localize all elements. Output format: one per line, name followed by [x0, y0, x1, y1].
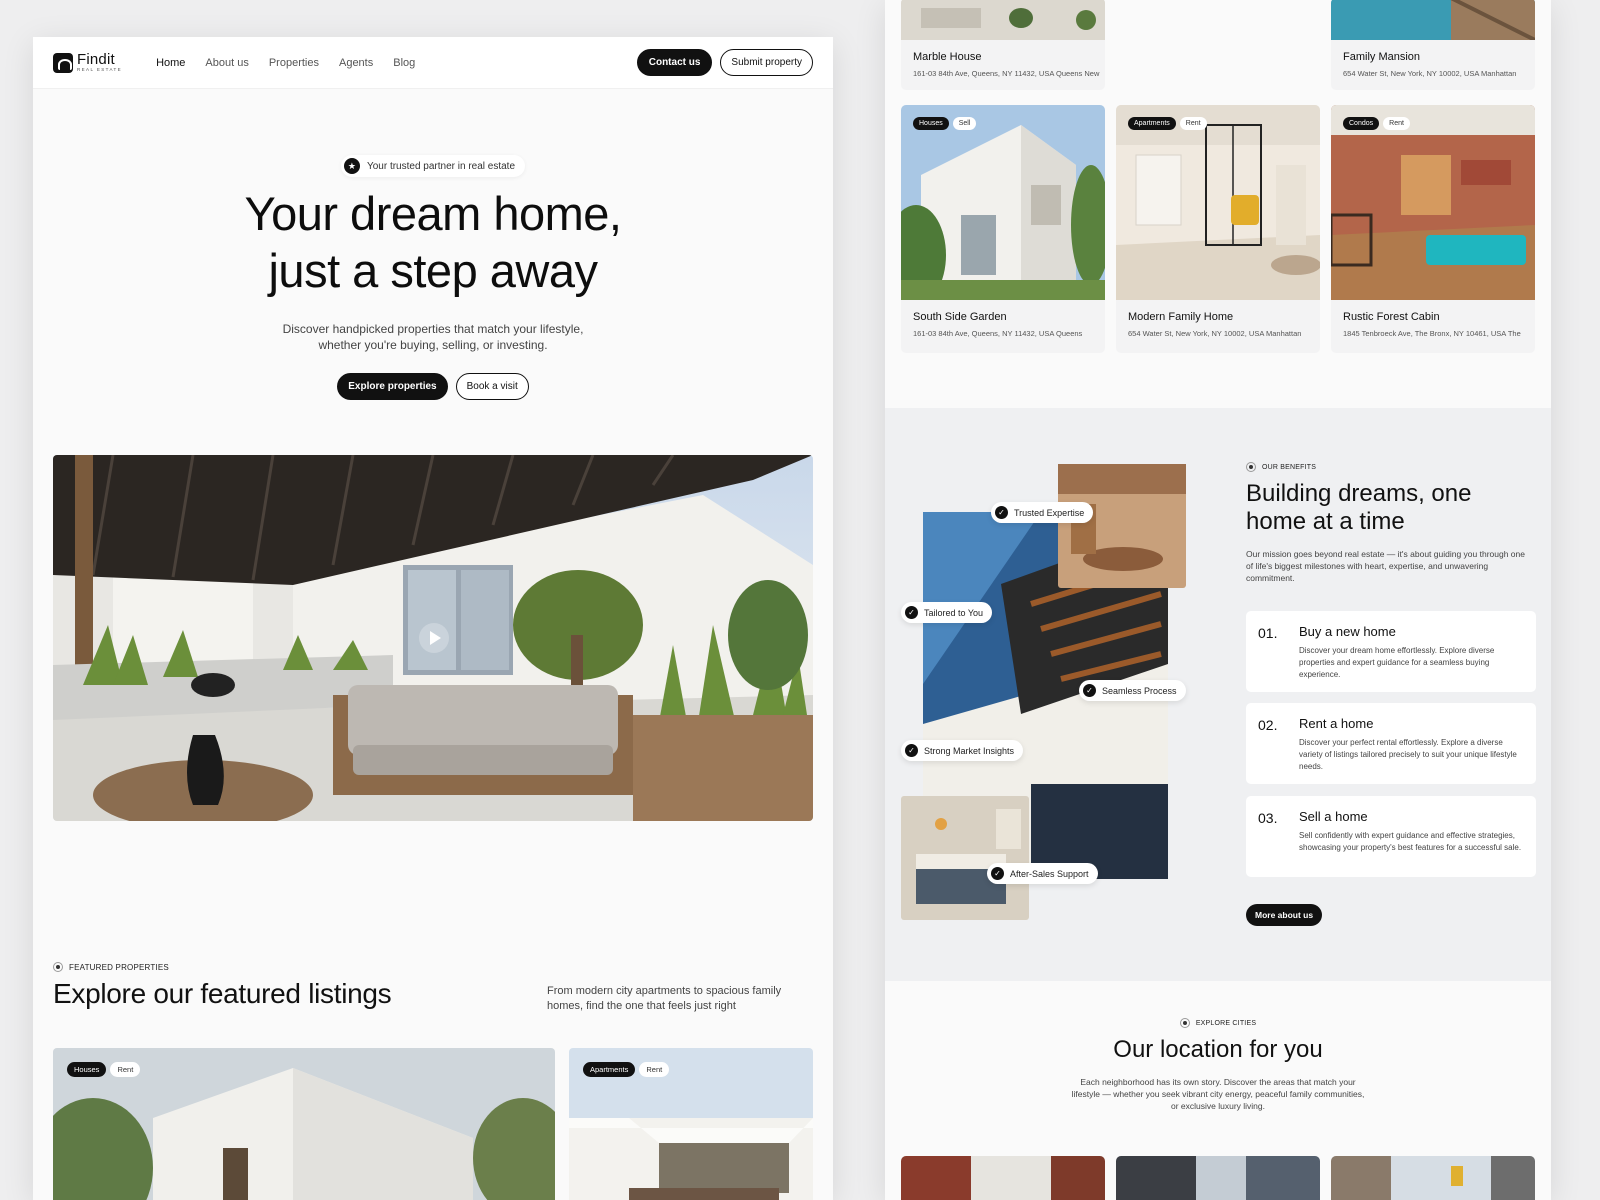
star-icon: ★	[343, 158, 360, 174]
landing-page-details-panel: Marble House 161-03 84th Ave, Queens, NY…	[885, 0, 1551, 1200]
benefit-badge: ✓ Seamless Process	[1079, 680, 1186, 701]
check-icon: ✓	[905, 744, 918, 757]
nav-link-properties[interactable]: Properties	[269, 57, 319, 69]
benefits-section: ✓ Trusted Expertise ✓ Tailored to You ✓ …	[885, 408, 1551, 981]
listing-mode-tag: Rent	[110, 1062, 141, 1077]
benefit-badge: ✓ Strong Market Insights	[901, 740, 1024, 761]
tagline-text: Your trusted partner in real estate	[366, 160, 516, 172]
city-card[interactable]	[901, 1156, 1105, 1200]
property-address: 161-03 84th Ave, Queens, NY 11432, USA Q…	[913, 329, 1083, 338]
property-type-tag: Apartments	[583, 1062, 636, 1077]
step-title: Buy a new home	[1299, 624, 1396, 639]
step-number: 03.	[1258, 810, 1278, 826]
logo[interactable]: Findit REAL ESTATE	[53, 52, 122, 73]
featured-card[interactable]: Apartments Rent	[569, 1048, 813, 1200]
featured-description: From modern city apartments to spacious …	[547, 985, 782, 1012]
house-logo-icon	[53, 52, 73, 73]
hero-section: ★ Your trusted partner in real estate Yo…	[33, 89, 833, 400]
step-title: Rent a home	[1299, 716, 1374, 731]
hero-video-image[interactable]	[53, 455, 813, 821]
benefit-badge: ✓ Trusted Expertise	[991, 502, 1094, 523]
property-card[interactable]: Houses Sell South Side Garden 161-03 84t…	[901, 105, 1105, 353]
property-address: 1845 Tenbroeck Ave, The Bronx, NY 10461,…	[1343, 329, 1521, 338]
hero-title: Your dream home, just a step away	[244, 187, 622, 297]
featured-eyebrow: FEATURED PROPERTIES	[69, 962, 169, 972]
property-type-tag: Houses	[913, 117, 949, 130]
landing-page-hero-panel: Findit REAL ESTATE Home About us Propert…	[33, 37, 833, 1200]
benefits-eyebrow: OUR BENEFITS	[1262, 463, 1317, 471]
cities-title: Our location for you	[1113, 1036, 1323, 1063]
property-card[interactable]: Apartments Rent Modern Family Home 654 W…	[1116, 105, 1320, 353]
submit-property-button[interactable]: Submit property	[720, 49, 813, 76]
dot-icon	[1179, 1018, 1190, 1028]
check-icon: ✓	[991, 867, 1004, 880]
property-title: South Side Garden	[913, 311, 1007, 323]
more-about-us-button[interactable]: More about us	[1246, 904, 1323, 926]
service-step[interactable]: 03. Sell a home Sell confidently with ex…	[1246, 796, 1536, 877]
step-description: Sell confidently with expert guidance an…	[1299, 831, 1522, 852]
nav-link-blog[interactable]: Blog	[393, 57, 415, 69]
featured-section: FEATURED PROPERTIES Explore our featured…	[53, 962, 813, 1012]
featured-card[interactable]: Houses Rent	[53, 1048, 555, 1200]
play-icon[interactable]	[419, 623, 449, 653]
step-number: 02.	[1258, 717, 1278, 733]
benefit-badge: ✓ Tailored to You	[901, 602, 993, 623]
property-type-tag: Apartments	[1128, 117, 1176, 130]
nav-links: Home About us Properties Agents Blog	[156, 57, 415, 69]
benefit-badge: ✓ After-Sales Support	[987, 863, 1098, 884]
benefits-collage: ✓ Trusted Expertise ✓ Tailored to You ✓ …	[901, 464, 1201, 934]
property-card[interactable]: Family Mansion 654 Water St, New York, N…	[1331, 0, 1535, 90]
listing-mode-tag: Rent	[1383, 117, 1410, 130]
service-step[interactable]: 02. Rent a home Discover your perfect re…	[1246, 703, 1536, 784]
step-description: Discover your perfect rental effortlessl…	[1299, 738, 1517, 771]
property-title: Marble House	[913, 51, 982, 63]
property-card[interactable]: Marble House 161-03 84th Ave, Queens, NY…	[901, 0, 1105, 90]
check-icon: ✓	[995, 506, 1008, 519]
property-title: Rustic Forest Cabin	[1343, 311, 1440, 323]
nav-link-agents[interactable]: Agents	[339, 57, 373, 69]
listing-mode-tag: Rent	[1179, 117, 1207, 130]
property-address: 654 Water St, New York, NY 10002, USA Ma…	[1128, 329, 1302, 338]
city-card[interactable]	[1331, 1156, 1535, 1200]
property-address: 654 Water St, New York, NY 10002, USA Ma…	[1343, 69, 1517, 78]
property-card[interactable]: Condos Rent Rustic Forest Cabin 1845 Ten…	[1331, 105, 1535, 353]
property-title: Family Mansion	[1343, 51, 1421, 63]
benefits-title: Building dreams, one home at a time	[1246, 480, 1472, 535]
dot-icon	[1246, 462, 1256, 472]
explore-properties-button[interactable]: Explore properties	[337, 373, 448, 400]
property-type-tag: Condos	[1343, 117, 1380, 130]
cities-section: EXPLORE CITIES Our location for you Each…	[885, 1018, 1551, 1112]
benefits-description: Our mission goes beyond real estate — it…	[1246, 549, 1525, 583]
nav-link-about[interactable]: About us	[205, 57, 248, 69]
service-step[interactable]: 01. Buy a new home Discover your dream h…	[1246, 611, 1536, 692]
hero-subtitle: Discover handpicked properties that matc…	[282, 322, 584, 352]
cities-eyebrow: EXPLORE CITIES	[1195, 1019, 1257, 1027]
property-address: 161-03 84th Ave, Queens, NY 11432, USA Q…	[913, 69, 1101, 78]
check-icon: ✓	[905, 606, 918, 619]
top-navbar: Findit REAL ESTATE Home About us Propert…	[33, 37, 833, 89]
logo-name: Findit	[77, 51, 115, 69]
city-card[interactable]	[1116, 1156, 1320, 1200]
property-title: Modern Family Home	[1128, 311, 1234, 323]
step-number: 01.	[1258, 625, 1278, 641]
property-type-tag: Houses	[67, 1062, 107, 1077]
book-visit-button[interactable]: Book a visit	[455, 373, 529, 400]
logo-subtitle: REAL ESTATE	[77, 67, 123, 73]
nav-link-home[interactable]: Home	[156, 57, 185, 69]
check-icon: ✓	[1083, 684, 1096, 697]
listing-mode-tag: Rent	[639, 1062, 670, 1077]
contact-button[interactable]: Contact us	[636, 49, 713, 76]
step-description: Discover your dream home effortlessly. E…	[1299, 646, 1495, 679]
cities-description: Each neighborhood has its own story. Dis…	[1071, 1077, 1365, 1111]
dot-icon	[53, 962, 63, 972]
listing-mode-tag: Sell	[952, 117, 977, 130]
step-title: Sell a home	[1299, 809, 1368, 824]
tagline-pill: ★ Your trusted partner in real estate	[340, 155, 526, 177]
